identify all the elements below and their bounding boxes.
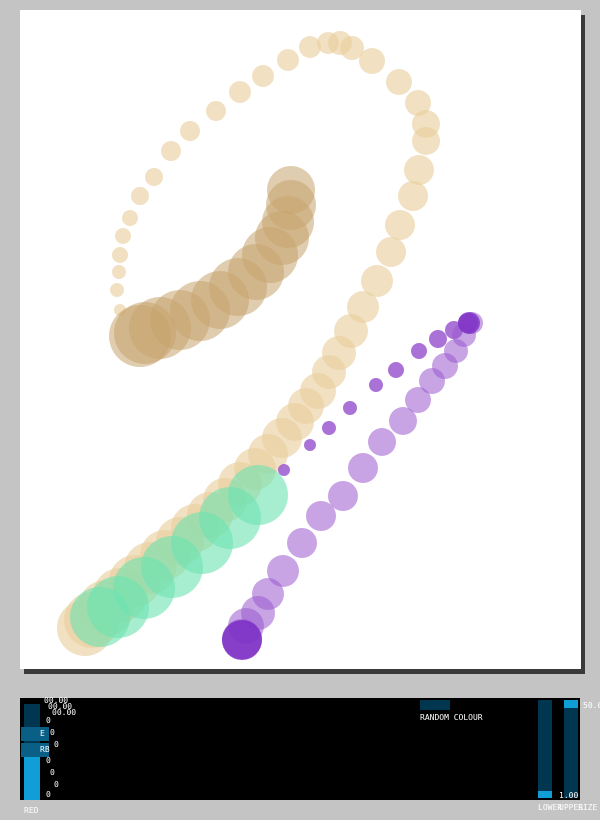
side-tick: 0 <box>46 790 51 799</box>
purple-dot-small <box>278 464 290 476</box>
tan-stroke-dot <box>252 65 274 87</box>
purple-stroke-dot <box>389 407 417 435</box>
purple-stroke-end <box>222 620 262 660</box>
tan-stroke-dot <box>110 283 124 297</box>
side-tick: 0 <box>50 768 55 777</box>
tan-stroke-dot <box>131 187 149 205</box>
tan-stroke-dot <box>359 48 385 74</box>
lower-slider-fill <box>538 791 552 798</box>
purple-dot-small <box>429 330 447 348</box>
upper-slider-fill <box>564 700 578 708</box>
tan-stroke-dot <box>398 181 428 211</box>
side-tick: 0 <box>46 716 51 725</box>
random-colour-label: RANDOM COLOUR <box>420 713 483 722</box>
tan-stroke-dot <box>122 210 138 226</box>
purple-dot-small <box>411 343 427 359</box>
tan-stroke-dot <box>277 49 299 71</box>
purple-dot-small <box>322 421 336 435</box>
tan-stroke-dot <box>145 168 163 186</box>
purple-stroke-dot <box>306 501 336 531</box>
purple-stroke-start <box>458 312 480 334</box>
tan-stroke-dot <box>412 127 440 155</box>
upper-slider-track[interactable] <box>564 700 578 798</box>
side-tick: 0 <box>50 728 55 737</box>
value-readout-3: 00.00 <box>52 708 77 717</box>
tan-stroke-dot <box>206 101 226 121</box>
purple-stroke-dot <box>287 528 317 558</box>
purple-dot-small <box>304 439 316 451</box>
size-label: SIZE <box>578 803 598 812</box>
random-colour-toggle[interactable] <box>420 700 450 710</box>
tan-stroke-dot <box>404 155 434 185</box>
purple-dot-small <box>388 362 404 378</box>
drawing-canvas[interactable] <box>20 10 581 669</box>
tan-stroke-dot <box>376 237 406 267</box>
red-slider-fill <box>24 750 40 800</box>
brush-strokes <box>57 31 483 660</box>
tan-stroke-dot <box>112 247 128 263</box>
dark-tan-stroke-dot <box>109 305 171 367</box>
side-tick: 0 <box>46 756 51 765</box>
tan-stroke-dot <box>386 69 412 95</box>
purple-stroke-dot <box>368 428 396 456</box>
lower-value: 1.00 <box>559 791 579 800</box>
purple-dot-small <box>343 401 357 415</box>
tan-stroke-dot <box>229 81 251 103</box>
tan-stroke-dot <box>180 121 200 141</box>
lower-slider-track[interactable] <box>538 700 552 798</box>
channel-label-e: E <box>40 729 45 738</box>
tan-stroke-dot <box>112 265 126 279</box>
purple-stroke-dot <box>348 453 378 483</box>
tan-stroke-dot <box>115 228 131 244</box>
purple-dot-small <box>369 378 383 392</box>
red-label: RED <box>24 806 39 815</box>
upper-value: 50.0 <box>583 701 600 710</box>
control-panel: E RB 00.00 00.00 00.00 0 0 0 0 0 0 0 RAN… <box>20 696 600 800</box>
side-tick: 0 <box>54 740 59 749</box>
side-tick: 0 <box>54 780 59 789</box>
tan-stroke-dot <box>385 210 415 240</box>
channel-label-rb: RB <box>40 745 50 754</box>
tan-stroke-dot <box>161 141 181 161</box>
green-stroke-dot <box>70 587 130 647</box>
